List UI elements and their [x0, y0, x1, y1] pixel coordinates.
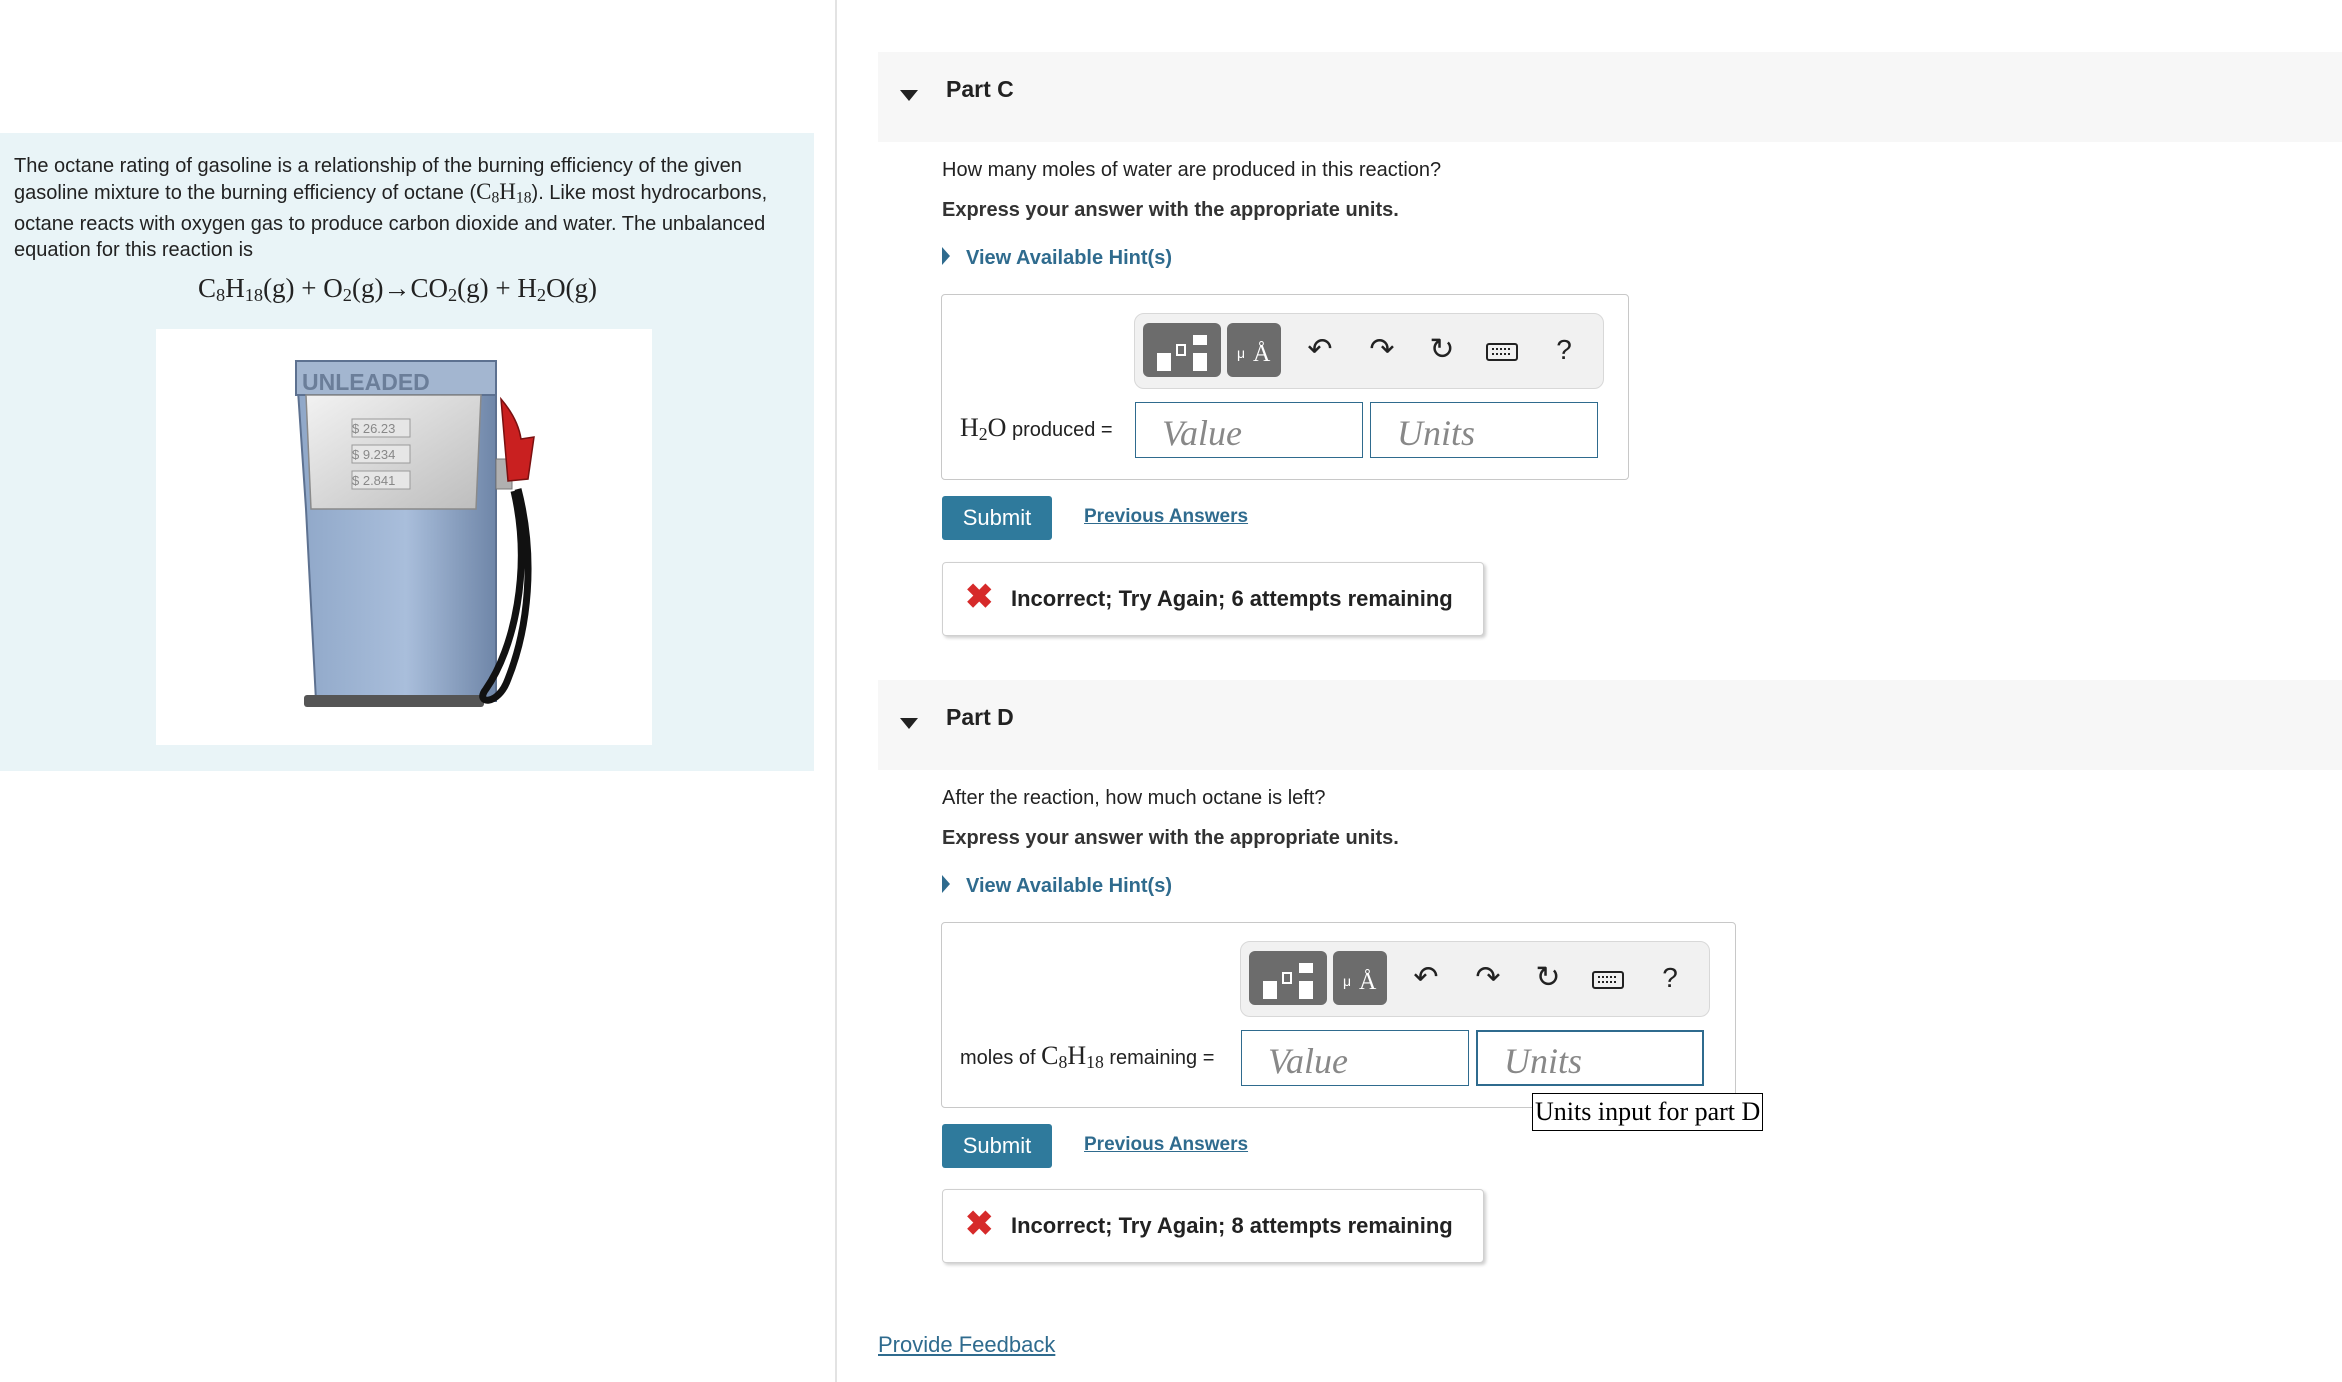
gas-pump-image: UNLEADED $ 26.23 $ 9.234 $ 2.841: [156, 329, 652, 745]
part-c-answer-box: μ Å ↶ ↷ ↻ ? H2O produced =: [941, 294, 1629, 480]
part-d-value-input[interactable]: [1241, 1030, 1469, 1086]
help-icon[interactable]: ?: [1653, 960, 1687, 996]
octane-formula: C8H18: [476, 179, 532, 207]
collapse-caret-icon[interactable]: [900, 718, 918, 729]
pump-sign: UNLEADED: [302, 369, 430, 395]
part-c-units-input[interactable]: [1370, 402, 1598, 458]
undo-icon[interactable]: ↶: [1303, 332, 1337, 368]
collapse-caret-icon[interactable]: [900, 90, 918, 101]
units-icon[interactable]: μ Å: [1333, 951, 1387, 1005]
reset-icon[interactable]: ↻: [1425, 332, 1459, 368]
part-c-instruction: Express your answer with the appropriate…: [942, 199, 1399, 221]
redo-icon[interactable]: ↷: [1471, 960, 1505, 996]
part-c-math-toolbar: μ Å ↶ ↷ ↻ ?: [1134, 313, 1604, 389]
part-c-question: How many moles of water are produced in …: [942, 159, 1442, 181]
undo-icon[interactable]: ↶: [1409, 960, 1443, 996]
reaction-equation: C8H18(g) + O2(g)→CO2(g) + H2O(g): [198, 273, 598, 306]
templates-icon[interactable]: [1249, 951, 1327, 1005]
part-d-instruction: Express your answer with the appropriate…: [942, 827, 1399, 849]
keyboard-icon[interactable]: [1591, 960, 1625, 996]
expand-caret-icon: [942, 247, 950, 265]
part-d-feedback-text: Incorrect; Try Again; 8 attempts remaini…: [1011, 1213, 1453, 1238]
part-d-units-input[interactable]: [1476, 1030, 1704, 1086]
part-c-answer-label: H2O produced =: [960, 413, 1113, 444]
part-c-feedback: ✖ Incorrect; Try Again; 6 attempts remai…: [942, 562, 1484, 636]
part-d-hint-link[interactable]: View Available Hint(s): [942, 875, 1172, 898]
part-d-math-toolbar: μ Å ↶ ↷ ↻ ?: [1240, 941, 1710, 1017]
svg-text:$ 2.841: $ 2.841: [352, 473, 395, 488]
problem-text: The octane rating of gasoline is a relat…: [14, 155, 768, 262]
part-c-previous-answers-link[interactable]: Previous Answers: [1084, 506, 1248, 528]
incorrect-x-icon: ✖: [965, 1205, 994, 1243]
units-input-tooltip: Units input for part D: [1532, 1093, 1764, 1131]
keyboard-icon[interactable]: [1485, 332, 1519, 368]
part-d-submit-button[interactable]: Submit: [942, 1124, 1052, 1168]
part-d-title: Part D: [946, 704, 1014, 730]
part-c-header[interactable]: Part C: [878, 52, 2342, 142]
part-d-answer-label: moles of C8H18 remaining =: [960, 1041, 1215, 1072]
part-c-hint-link[interactable]: View Available Hint(s): [942, 247, 1172, 270]
units-icon[interactable]: μ Å: [1227, 323, 1281, 377]
help-icon[interactable]: ?: [1547, 332, 1581, 368]
provide-feedback-link[interactable]: Provide Feedback: [878, 1332, 1055, 1358]
part-d-header[interactable]: Part D: [878, 680, 2342, 770]
reset-icon[interactable]: ↻: [1531, 960, 1565, 996]
incorrect-x-icon: ✖: [965, 578, 994, 616]
part-d-answer-box: μ Å ↶ ↷ ↻ ? moles of C8H18 remaining =: [941, 922, 1736, 1108]
part-c-feedback-text: Incorrect; Try Again; 6 attempts remaini…: [1011, 586, 1453, 611]
part-d-previous-answers-link[interactable]: Previous Answers: [1084, 1134, 1248, 1156]
templates-icon[interactable]: [1143, 323, 1221, 377]
svg-text:$ 26.23: $ 26.23: [352, 421, 395, 436]
svg-text:$ 9.234: $ 9.234: [352, 447, 395, 462]
part-c-title: Part C: [946, 76, 1014, 102]
part-d-feedback: ✖ Incorrect; Try Again; 8 attempts remai…: [942, 1189, 1484, 1263]
problem-panel: The octane rating of gasoline is a relat…: [0, 133, 814, 771]
part-d-question: After the reaction, how much octane is l…: [942, 787, 1326, 809]
part-c-submit-button[interactable]: Submit: [942, 496, 1052, 540]
redo-icon[interactable]: ↷: [1365, 332, 1399, 368]
pane-divider: [835, 0, 837, 1382]
part-c-value-input[interactable]: [1135, 402, 1363, 458]
expand-caret-icon: [942, 875, 950, 893]
